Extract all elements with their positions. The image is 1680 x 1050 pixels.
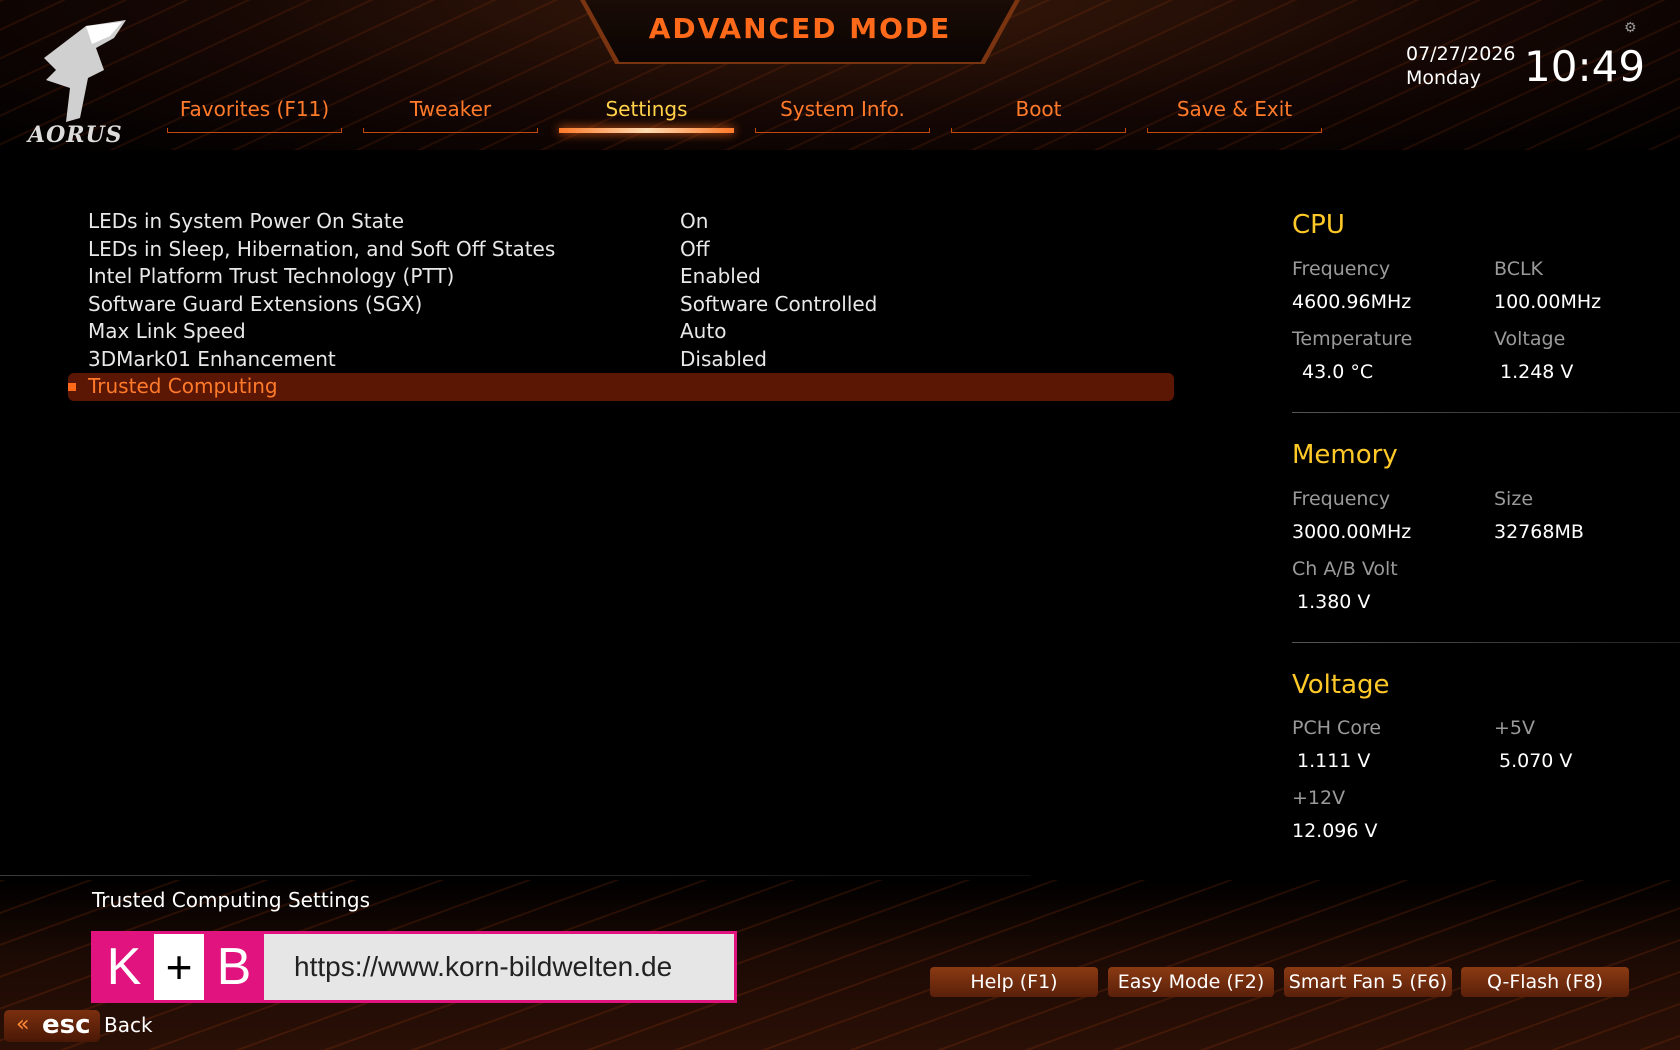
cpu-temperature-label: Temperature bbox=[1292, 328, 1413, 350]
easy-mode-button[interactable]: Easy Mode (F2) bbox=[1108, 967, 1274, 997]
memory-size-value: 32768MB bbox=[1494, 521, 1584, 543]
plus12v-value: 12.096 V bbox=[1292, 820, 1378, 842]
section-divider bbox=[1292, 642, 1680, 643]
setting-value[interactable]: Enabled bbox=[680, 263, 761, 291]
setting-row-ptt[interactable]: Intel Platform Trust Technology (PTT) En… bbox=[68, 263, 1174, 291]
item-description: Trusted Computing Settings bbox=[92, 888, 371, 912]
settings-gear-icon[interactable]: ⚙ bbox=[1624, 20, 1637, 36]
memory-ch-volt-value: 1.380 V bbox=[1297, 591, 1371, 613]
tab-label: Save & Exit bbox=[1176, 97, 1293, 121]
setting-row-leds-sleep[interactable]: LEDs in Sleep, Hibernation, and Soft Off… bbox=[68, 236, 1174, 264]
tab-settings[interactable]: Settings bbox=[559, 95, 734, 133]
section-divider bbox=[1292, 412, 1680, 413]
setting-value[interactable]: Off bbox=[680, 236, 710, 264]
q-flash-button[interactable]: Q-Flash (F8) bbox=[1461, 967, 1629, 997]
setting-label: Intel Platform Trust Technology (PTT) bbox=[88, 264, 455, 288]
tab-label: Tweaker bbox=[409, 97, 492, 121]
setting-row-3dmark01[interactable]: 3DMark01 Enhancement Disabled bbox=[68, 346, 1174, 374]
cpu-title: CPU bbox=[1292, 210, 1345, 240]
setting-row-leds-power-on[interactable]: LEDs in System Power On State On bbox=[68, 208, 1174, 236]
clock: 10:49 bbox=[1524, 42, 1646, 91]
double-chevron-left-icon: « bbox=[16, 1012, 30, 1037]
plus12v-label: +12V bbox=[1292, 787, 1346, 809]
cpu-voltage-value: 1.248 V bbox=[1500, 361, 1574, 383]
setting-label: 3DMark01 Enhancement bbox=[88, 346, 336, 371]
voltage-section: Voltage PCH Core +5V 1.111 V 5.070 V +12… bbox=[1292, 670, 1680, 842]
selection-marker-icon bbox=[68, 383, 76, 391]
date-display: 07/27/2026 Monday bbox=[1406, 42, 1516, 90]
setting-label: Max Link Speed bbox=[88, 319, 246, 343]
main-tabs: Favorites (F11) Tweaker Settings System … bbox=[167, 95, 1327, 135]
mode-title: ADVANCED MODE bbox=[648, 12, 952, 45]
function-key-bar: Help (F1) Easy Mode (F2) Smart Fan 5 (F6… bbox=[0, 967, 1680, 997]
setting-row-sgx[interactable]: Software Guard Extensions (SGX) Software… bbox=[68, 291, 1174, 319]
tab-label: Favorites (F11) bbox=[179, 97, 330, 121]
tab-underline bbox=[167, 128, 342, 133]
date-text: 07/27/2026 bbox=[1406, 43, 1516, 65]
cpu-voltage-label: Voltage bbox=[1494, 328, 1566, 350]
esc-key-label: esc bbox=[42, 1010, 91, 1040]
brand-logo-text: AORUS bbox=[28, 122, 123, 148]
esc-button[interactable]: « esc bbox=[4, 1010, 100, 1042]
cpu-section: CPU Frequency BCLK 4600.96MHz 100.00MHz … bbox=[1292, 210, 1680, 413]
setting-row-trusted-computing[interactable]: Trusted Computing bbox=[68, 373, 1174, 401]
day-text: Monday bbox=[1406, 67, 1482, 89]
pch-core-label: PCH Core bbox=[1292, 717, 1382, 739]
setting-value[interactable]: Auto bbox=[680, 318, 726, 346]
pch-core-value: 1.111 V bbox=[1297, 750, 1371, 772]
tab-tweaker[interactable]: Tweaker bbox=[363, 95, 538, 133]
setting-label: LEDs in System Power On State bbox=[88, 209, 405, 233]
tab-boot[interactable]: Boot bbox=[951, 95, 1126, 133]
setting-row-max-link-speed[interactable]: Max Link Speed Auto bbox=[68, 318, 1174, 346]
settings-list: LEDs in System Power On State On LEDs in… bbox=[68, 208, 1174, 401]
smart-fan-button[interactable]: Smart Fan 5 (F6) bbox=[1284, 967, 1452, 997]
tab-underline bbox=[1147, 128, 1322, 133]
cpu-frequency-label: Frequency bbox=[1292, 258, 1391, 280]
memory-section: Memory Frequency Size 3000.00MHz 32768MB… bbox=[1292, 440, 1680, 643]
setting-value[interactable]: Disabled bbox=[680, 346, 767, 374]
tab-system-info[interactable]: System Info. bbox=[755, 95, 930, 133]
tab-underline bbox=[755, 128, 930, 133]
setting-label: Software Guard Extensions (SGX) bbox=[88, 291, 423, 316]
cpu-bclk-label: BCLK bbox=[1494, 258, 1544, 280]
cpu-bclk-value: 100.00MHz bbox=[1494, 291, 1602, 313]
cpu-temperature-value: 43.0 °C bbox=[1302, 361, 1374, 383]
setting-value[interactable]: Software Controlled bbox=[680, 291, 877, 319]
back-label[interactable]: Back bbox=[104, 1013, 153, 1037]
plus5v-label: +5V bbox=[1494, 717, 1536, 739]
cpu-frequency-value: 4600.96MHz bbox=[1292, 291, 1412, 313]
setting-label: LEDs in Sleep, Hibernation, and Soft Off… bbox=[88, 236, 556, 261]
voltage-title: Voltage bbox=[1292, 670, 1390, 700]
help-button[interactable]: Help (F1) bbox=[930, 967, 1098, 997]
tab-underline bbox=[363, 128, 538, 133]
memory-size-label: Size bbox=[1494, 488, 1534, 510]
memory-frequency-label: Frequency bbox=[1292, 488, 1391, 510]
setting-value[interactable]: On bbox=[680, 208, 708, 236]
tab-underline bbox=[951, 128, 1126, 133]
memory-ch-volt-label: Ch A/B Volt bbox=[1292, 558, 1398, 580]
tab-label: Boot bbox=[1015, 97, 1062, 121]
plus5v-value: 5.070 V bbox=[1499, 750, 1573, 772]
memory-title: Memory bbox=[1292, 440, 1398, 470]
tab-label: Settings bbox=[605, 97, 688, 121]
memory-frequency-value: 3000.00MHz bbox=[1292, 521, 1412, 543]
tab-label: System Info. bbox=[780, 97, 905, 121]
description-divider bbox=[0, 875, 1030, 876]
setting-label: Trusted Computing bbox=[88, 374, 278, 398]
tab-favorites[interactable]: Favorites (F11) bbox=[167, 95, 342, 133]
tab-underline bbox=[559, 128, 734, 133]
tab-save-exit[interactable]: Save & Exit bbox=[1147, 95, 1322, 133]
